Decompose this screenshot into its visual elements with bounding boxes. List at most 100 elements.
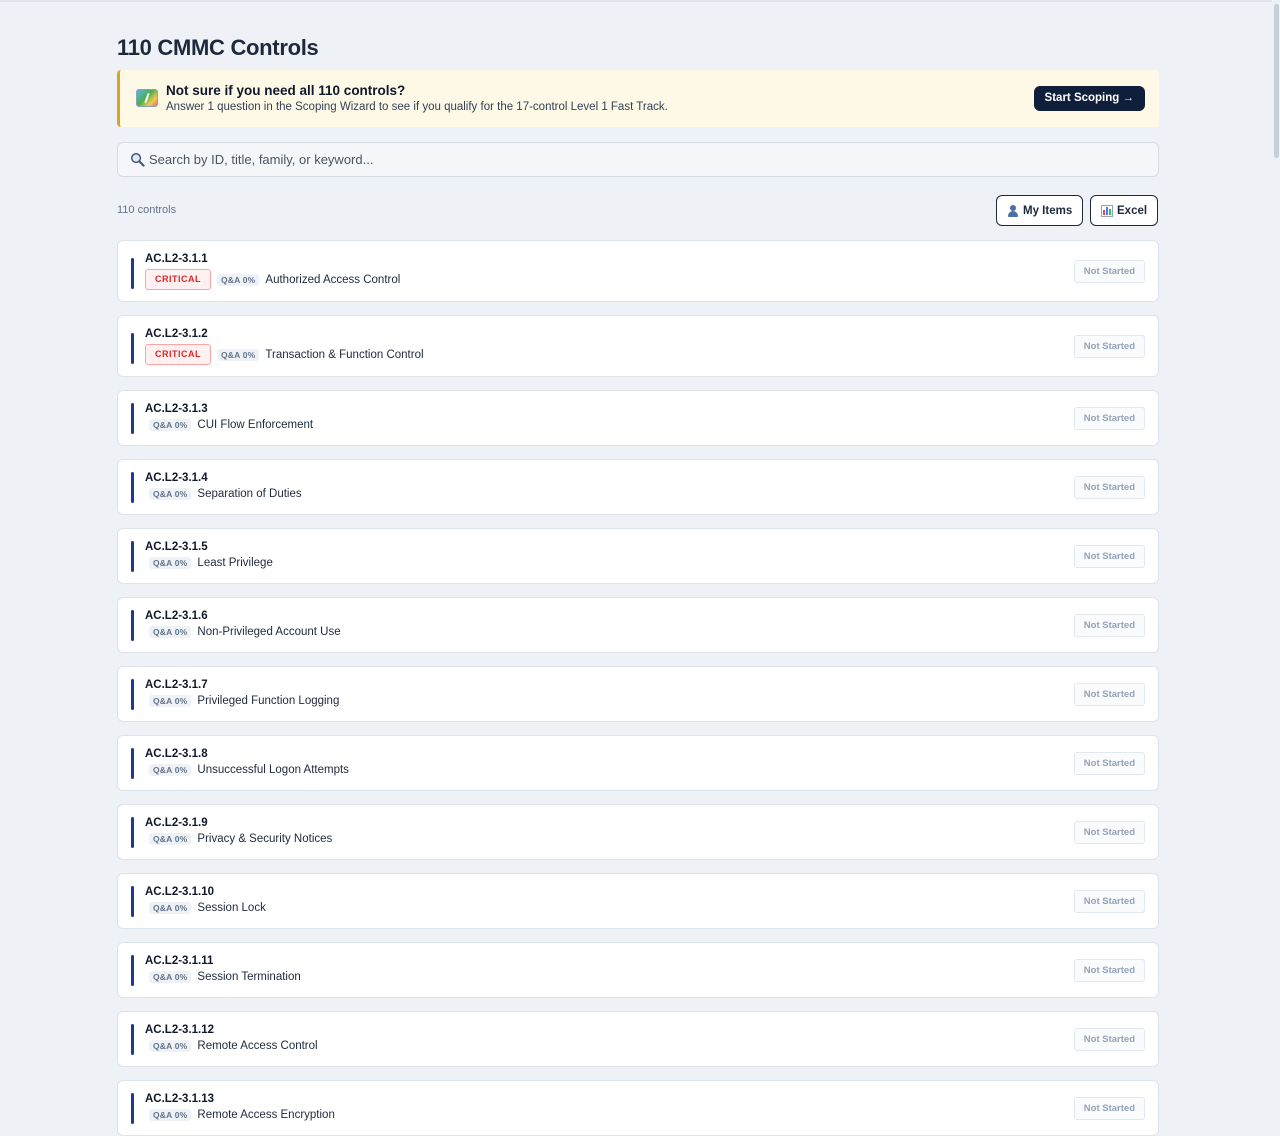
control-meta: Q&A 0% Session Lock bbox=[149, 902, 266, 914]
family-accent-bar bbox=[131, 955, 134, 986]
family-accent-bar bbox=[131, 258, 134, 289]
top-divider bbox=[0, 0, 1280, 2]
control-id: AC.L2-3.1.5 bbox=[145, 541, 208, 553]
start-scoping-button[interactable]: Start Scoping → bbox=[1033, 86, 1145, 111]
control-card[interactable]: AC.L2-3.1.4 Q&A 0% Separation of Duties Not… bbox=[117, 459, 1159, 515]
control-title: Session Lock bbox=[197, 902, 266, 914]
family-accent-bar bbox=[131, 817, 134, 848]
status-badge[interactable]: Not Started bbox=[1073, 752, 1145, 775]
control-card[interactable]: AC.L2-3.1.12 Q&A 0% Remote Access Control N… bbox=[117, 1011, 1159, 1067]
control-card[interactable]: AC.L2-3.1.5 Q&A 0% Least Privilege Not Star… bbox=[117, 528, 1159, 584]
control-meta: Q&A 0% Privileged Function Logging bbox=[149, 695, 339, 707]
critical-badge: CRITICAL bbox=[145, 344, 211, 365]
banner-subtitle: Answer 1 question in the Scoping Wizard … bbox=[166, 101, 668, 113]
excel-label: Excel bbox=[1117, 204, 1148, 217]
control-meta: Q&A 0% Non-Privileged Account Use bbox=[149, 626, 341, 638]
status-badge[interactable]: Not Started bbox=[1073, 476, 1145, 499]
qa-progress-badge: Q&A 0% bbox=[149, 833, 192, 845]
control-id: AC.L2-3.1.6 bbox=[145, 610, 208, 622]
control-meta: Q&A 0% Privacy & Security Notices bbox=[149, 833, 332, 845]
status-badge[interactable]: Not Started bbox=[1073, 260, 1145, 283]
search-input[interactable] bbox=[149, 143, 1139, 176]
control-card[interactable]: AC.L2-3.1.13 Q&A 0% Remote Access Encrypti… bbox=[117, 1080, 1159, 1136]
control-id: AC.L2-3.1.9 bbox=[145, 817, 208, 829]
status-badge[interactable]: Not Started bbox=[1073, 1097, 1145, 1120]
family-accent-bar bbox=[131, 403, 134, 434]
status-badge[interactable]: Not Started bbox=[1073, 407, 1145, 430]
control-meta: Q&A 0% Remote Access Encryption bbox=[149, 1109, 335, 1121]
control-card[interactable]: AC.L2-3.1.11 Q&A 0% Session Termination Not… bbox=[117, 942, 1159, 998]
qa-progress-badge: Q&A 0% bbox=[149, 626, 192, 638]
control-card[interactable]: AC.L2-3.1.6 Q&A 0% Non-Privileged Account … bbox=[117, 597, 1159, 653]
control-id: AC.L2-3.1.11 bbox=[145, 955, 214, 967]
control-meta: Q&A 0% Unsuccessful Logon Attempts bbox=[149, 764, 349, 776]
control-id: AC.L2-3.1.1 bbox=[145, 253, 208, 265]
qa-progress-badge: Q&A 0% bbox=[149, 1109, 192, 1121]
family-accent-bar bbox=[131, 610, 134, 641]
status-badge[interactable]: Not Started bbox=[1073, 335, 1145, 358]
qa-progress-badge: Q&A 0% bbox=[149, 971, 192, 983]
status-badge[interactable]: Not Started bbox=[1073, 959, 1145, 982]
control-meta: CRITICAL Q&A 0% Transaction & Function Con… bbox=[145, 344, 424, 365]
my-items-button[interactable]: My Items bbox=[996, 195, 1084, 226]
control-title: Unsuccessful Logon Attempts bbox=[197, 764, 349, 776]
family-accent-bar bbox=[131, 541, 134, 572]
control-meta: CRITICAL Q&A 0% Authorized Access Control bbox=[145, 269, 400, 290]
control-card[interactable]: AC.L2-3.1.2 CRITICAL Q&A 0% Transaction & F… bbox=[117, 315, 1159, 377]
qa-progress-badge: Q&A 0% bbox=[149, 419, 192, 431]
scrollbar-thumb[interactable] bbox=[1274, 4, 1279, 158]
control-card[interactable]: AC.L2-3.1.8 Q&A 0% Unsuccessful Logon Atte… bbox=[117, 735, 1159, 791]
page-title: 110 CMMC Controls bbox=[117, 35, 319, 60]
qa-progress-badge: Q&A 0% bbox=[149, 695, 192, 707]
search-box[interactable] bbox=[117, 142, 1159, 177]
control-id: AC.L2-3.1.2 bbox=[145, 328, 208, 340]
status-badge[interactable]: Not Started bbox=[1073, 821, 1145, 844]
control-title: CUI Flow Enforcement bbox=[197, 419, 314, 431]
qa-progress-badge: Q&A 0% bbox=[149, 557, 192, 569]
control-card[interactable]: AC.L2-3.1.3 Q&A 0% CUI Flow Enforcement Not… bbox=[117, 390, 1159, 446]
control-title: Privacy & Security Notices bbox=[197, 833, 333, 845]
control-title: Separation of Duties bbox=[197, 488, 302, 500]
control-card[interactable]: AC.L2-3.1.1 CRITICAL Q&A 0% Authorized Acce… bbox=[117, 240, 1159, 302]
family-accent-bar bbox=[131, 1093, 134, 1124]
excel-export-button[interactable]: Excel bbox=[1090, 195, 1159, 226]
control-title: Remote Access Control bbox=[197, 1040, 318, 1052]
control-title: Non-Privileged Account Use bbox=[197, 626, 341, 638]
search-icon bbox=[131, 153, 145, 167]
family-accent-bar bbox=[131, 1024, 134, 1055]
control-meta: Q&A 0% Remote Access Control bbox=[149, 1040, 318, 1052]
family-accent-bar bbox=[131, 472, 134, 503]
control-id: AC.L2-3.1.13 bbox=[145, 1093, 215, 1105]
control-title: Remote Access Encryption bbox=[197, 1109, 335, 1121]
status-badge[interactable]: Not Started bbox=[1073, 545, 1145, 568]
map-icon bbox=[136, 89, 158, 107]
control-id: AC.L2-3.1.10 bbox=[145, 886, 215, 898]
control-card[interactable]: AC.L2-3.1.10 Q&A 0% Session Lock Not Starte… bbox=[117, 873, 1159, 929]
status-badge[interactable]: Not Started bbox=[1073, 1028, 1145, 1051]
critical-badge: CRITICAL bbox=[145, 269, 211, 290]
control-id: AC.L2-3.1.8 bbox=[145, 748, 208, 760]
control-title: Authorized Access Control bbox=[265, 273, 401, 286]
control-id: AC.L2-3.1.12 bbox=[145, 1024, 215, 1036]
control-card[interactable]: AC.L2-3.1.9 Q&A 0% Privacy & Security Noti… bbox=[117, 804, 1159, 860]
control-card[interactable]: AC.L2-3.1.7 Q&A 0% Privileged Function Log… bbox=[117, 666, 1159, 722]
control-title: Privileged Function Logging bbox=[197, 695, 340, 707]
status-badge[interactable]: Not Started bbox=[1073, 683, 1145, 706]
control-meta: Q&A 0% Separation of Duties bbox=[149, 488, 302, 500]
control-id: AC.L2-3.1.3 bbox=[145, 403, 208, 415]
qa-progress-badge: Q&A 0% bbox=[149, 902, 192, 914]
control-meta: Q&A 0% Session Termination bbox=[149, 971, 301, 983]
bar-chart-icon bbox=[1101, 204, 1113, 217]
qa-progress-badge: Q&A 0% bbox=[217, 348, 260, 361]
qa-progress-badge: Q&A 0% bbox=[149, 764, 192, 776]
user-icon bbox=[1007, 204, 1019, 217]
controls-count: 110 controls bbox=[117, 204, 177, 216]
control-title: Session Termination bbox=[197, 971, 301, 983]
qa-progress-badge: Q&A 0% bbox=[149, 1040, 192, 1052]
family-accent-bar bbox=[131, 748, 134, 779]
banner-title: Not sure if you need all 110 controls? bbox=[166, 83, 406, 98]
status-badge[interactable]: Not Started bbox=[1073, 890, 1145, 913]
family-accent-bar bbox=[131, 679, 134, 710]
scrollbar-track[interactable] bbox=[1272, 0, 1280, 1126]
status-badge[interactable]: Not Started bbox=[1073, 614, 1145, 637]
